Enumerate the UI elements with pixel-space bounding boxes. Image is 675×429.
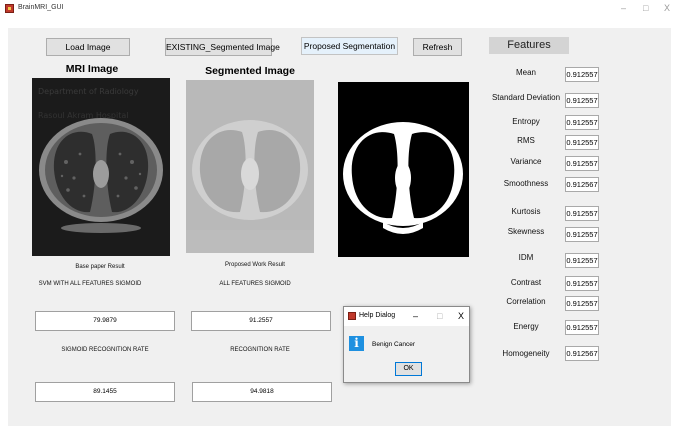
existing-segmented-image: [186, 80, 314, 253]
feature-label-mean: Mean: [515, 68, 536, 77]
feature-value-correlation[interactable]: 0.912557: [565, 296, 599, 311]
features-header: Features: [489, 37, 569, 54]
feature-value-kurtosis[interactable]: 0.912557: [565, 206, 599, 221]
feature-label-correlation: Correlation: [506, 297, 546, 306]
proposed-segmentation-button[interactable]: Proposed Segmentation: [301, 37, 398, 55]
help-dialog: Help Dialog – □ X i Benign Cancer OK: [343, 306, 470, 383]
segmented-image-title: Segmented Image: [205, 65, 295, 77]
mri-image: Department of Radiology Rasoul Akram Hos…: [32, 78, 170, 256]
proposed-recognition-rate-label: RECOGNITION RATE: [230, 347, 290, 353]
base-method-label: SVM WITH ALL FEATURES SIGMOID: [38, 281, 142, 287]
feature-label-smoothness: Smoothness: [503, 179, 549, 188]
feature-value-smoothness[interactable]: 0.912567: [565, 177, 599, 192]
feature-value-homogeneity[interactable]: 0.912567: [565, 346, 599, 361]
feature-value-contrast[interactable]: 0.912557: [565, 276, 599, 291]
base-accuracy-field[interactable]: 79.9879: [35, 311, 175, 331]
matlab-app-icon: [348, 312, 356, 320]
feature-label-contrast: Contrast: [510, 278, 542, 287]
feature-value-standard-deviation[interactable]: 0.912557: [565, 93, 599, 108]
proposed-accuracy-field[interactable]: 91.2557: [191, 311, 331, 331]
close-button[interactable]: X: [664, 2, 670, 14]
ok-button[interactable]: OK: [395, 362, 422, 376]
base-paper-result-label: Base paper Result: [75, 264, 125, 270]
feature-value-variance[interactable]: 0.912557: [565, 156, 599, 171]
feature-value-skewness[interactable]: 0.912557: [565, 227, 599, 242]
feature-value-idm[interactable]: 0.912557: [565, 253, 599, 268]
proposed-method-label: ALL FEATURES SIGMOID: [219, 281, 291, 287]
feature-label-homogeneity: Homogeneity: [502, 349, 550, 358]
dialog-close-button[interactable]: X: [458, 310, 464, 322]
help-dialog-title-bar[interactable]: Help Dialog – □ X: [344, 307, 469, 326]
base-recognition-rate-field[interactable]: 89.1455: [35, 382, 175, 402]
dialog-maximize-button[interactable]: □: [437, 310, 442, 322]
load-image-button[interactable]: Load Image: [46, 38, 130, 56]
feature-label-idm: IDM: [518, 253, 534, 262]
svg-text:Department of Radiology: Department of Radiology: [38, 87, 139, 96]
feature-label-skewness: Skewness: [507, 227, 545, 236]
svg-text:Rasoul Akram Hospital: Rasoul Akram Hospital: [38, 111, 128, 120]
feature-label-standard-deviation: Standard Deviation: [491, 93, 561, 102]
proposed-recognition-rate-field[interactable]: 94.9818: [192, 382, 332, 402]
feature-label-variance: Variance: [510, 157, 542, 166]
proposed-segmentation-image: [338, 82, 469, 257]
feature-value-entropy[interactable]: 0.912557: [565, 115, 599, 130]
title-bar: BrainMRI_GUI – □ X: [0, 0, 675, 18]
minimize-button[interactable]: –: [621, 2, 626, 14]
mri-image-title: MRI Image: [65, 63, 119, 75]
feature-value-energy[interactable]: 0.912557: [565, 320, 599, 335]
info-icon: i: [349, 336, 364, 351]
base-recognition-rate-label: SIGMOID RECOGNITION RATE: [61, 347, 149, 353]
feature-label-energy: Energy: [513, 322, 539, 331]
feature-value-mean[interactable]: 0.912557: [565, 67, 599, 82]
refresh-button[interactable]: Refresh: [413, 38, 462, 56]
feature-value-rms[interactable]: 0.912557: [565, 135, 599, 150]
dialog-minimize-button[interactable]: –: [413, 310, 418, 322]
matlab-app-icon: [5, 4, 14, 13]
existing-segmented-image-button[interactable]: EXISTING_Segmented Image: [165, 38, 280, 56]
proposed-work-result-label: Proposed Work Result: [225, 262, 285, 268]
feature-label-kurtosis: Kurtosis: [511, 207, 541, 216]
maximize-button[interactable]: □: [643, 2, 648, 14]
feature-label-entropy: Entropy: [512, 117, 540, 126]
window-title: BrainMRI_GUI: [18, 4, 64, 11]
help-dialog-message: Benign Cancer: [372, 341, 415, 348]
feature-label-rms: RMS: [517, 136, 535, 145]
help-dialog-title: Help Dialog: [359, 312, 396, 319]
